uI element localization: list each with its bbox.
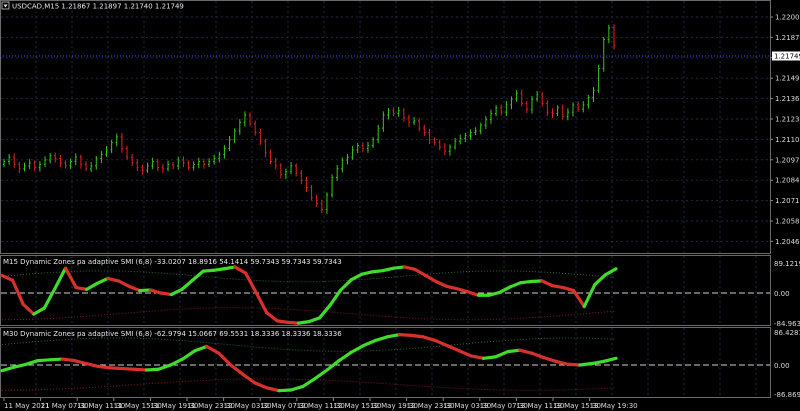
smi-segment bbox=[296, 320, 311, 325]
price-axis-label: 1.20845 bbox=[775, 177, 800, 185]
indicator2-axis-bottom: -86.8691 bbox=[774, 391, 800, 399]
smi-segment bbox=[578, 361, 594, 367]
symbol-menu-button[interactable] bbox=[1, 1, 10, 10]
price-axis-label: 1.21105 bbox=[775, 136, 800, 144]
smi-segment bbox=[108, 366, 124, 371]
smi-segment bbox=[144, 367, 161, 372]
time-axis-label: 13 May 19:30 bbox=[590, 402, 638, 410]
smi-segment bbox=[550, 284, 565, 290]
smi-segment bbox=[506, 348, 522, 354]
smi-segment bbox=[590, 359, 606, 366]
price-axis-label: 1.20460 bbox=[775, 238, 800, 246]
smi-segment bbox=[159, 291, 173, 297]
current-price-label: 1.21749 bbox=[772, 51, 800, 61]
smi-segment bbox=[222, 265, 237, 271]
indicator1-axis-zero: 0.00 bbox=[774, 290, 790, 298]
smi-segment bbox=[469, 354, 486, 360]
smi-segment bbox=[409, 333, 425, 339]
chart-canvas: USDCAD,M15 1.21867 1.21897 1.21740 1.217… bbox=[0, 0, 800, 411]
indicator1-axis-top: 89.1219 bbox=[774, 260, 800, 268]
smi-segment bbox=[385, 333, 401, 339]
indicator1-axis-bottom: -84.9632 bbox=[774, 320, 800, 328]
smi-segment bbox=[566, 362, 582, 367]
indicator2-axis-zero: 0.00 bbox=[774, 362, 790, 370]
smi-segment bbox=[212, 267, 226, 272]
smi-segment bbox=[132, 367, 149, 372]
svg-text:1.21749: 1.21749 bbox=[774, 53, 800, 61]
price-axis-label: 1.20585 bbox=[775, 218, 800, 226]
smi-segment bbox=[481, 355, 498, 360]
symbol-info: USDCAD,M15 1.21867 1.21897 1.21740 1.217… bbox=[12, 3, 184, 11]
smi-segment bbox=[48, 357, 64, 362]
smi-segment bbox=[36, 358, 52, 363]
indicator2-axis-top: 86.4281 bbox=[774, 329, 800, 337]
price-axis-label: 1.21495 bbox=[775, 75, 800, 83]
smi-segment bbox=[60, 357, 76, 363]
price-axis-label: 1.22005 bbox=[775, 14, 800, 22]
price-axis-label: 1.21235 bbox=[775, 116, 800, 124]
smi-segment bbox=[277, 388, 293, 393]
price-axis-label: 1.20715 bbox=[775, 197, 800, 205]
smi-segment bbox=[275, 319, 290, 324]
price-axis-label: 1.20975 bbox=[775, 156, 800, 164]
smi-segment bbox=[96, 364, 112, 370]
chart-background bbox=[0, 0, 800, 411]
price-axis-label: 1.21365 bbox=[775, 95, 800, 103]
indicator1-title: M15 Dynamic Zones pa adaptive SMI (6,8) … bbox=[3, 258, 342, 266]
smi-segment bbox=[397, 333, 413, 337]
smi-segment bbox=[120, 366, 137, 371]
smi-segment bbox=[74, 285, 89, 291]
price-axis-label: 1.21875 bbox=[775, 34, 800, 42]
indicator2-title: M30 Dynamic Zones pa adaptive SMI (6,8) … bbox=[3, 330, 342, 338]
